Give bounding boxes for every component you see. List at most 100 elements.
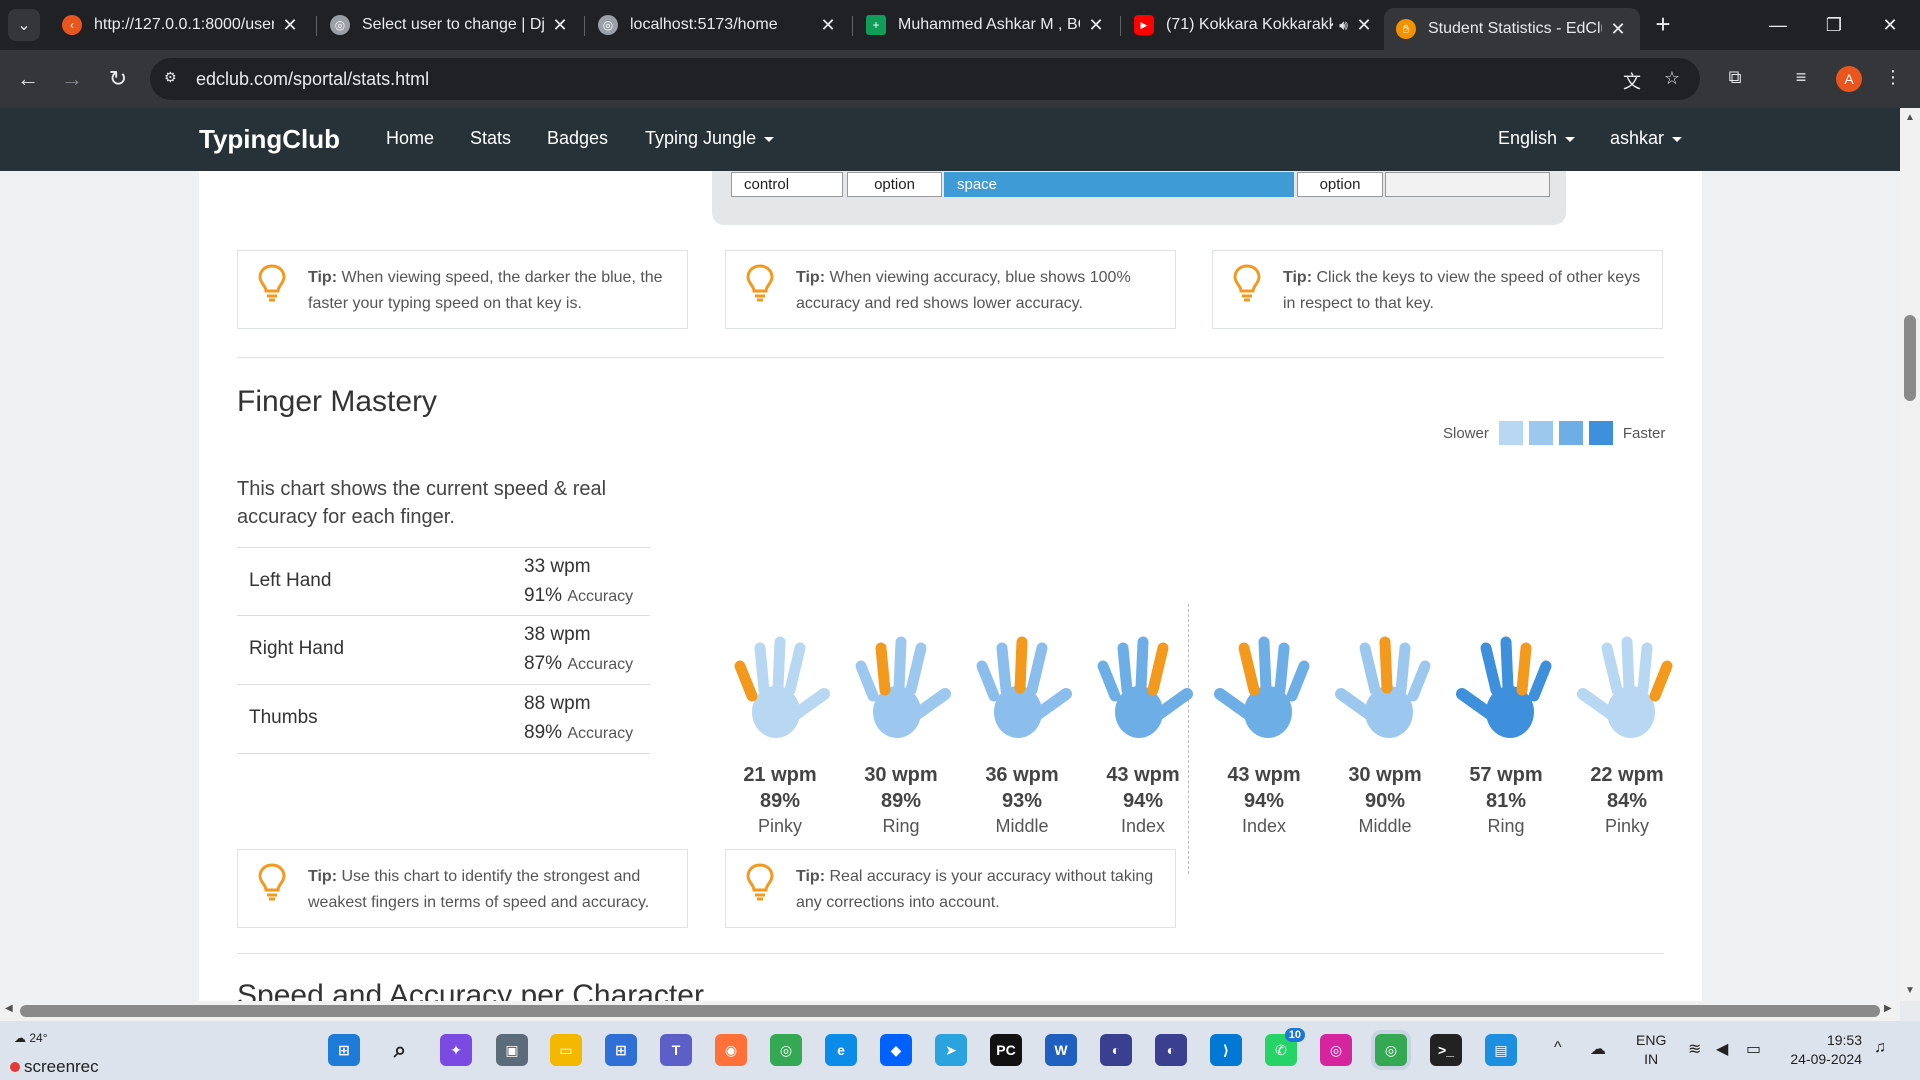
browser-tab[interactable]: + Muhammed Ashkar M , BCA ✕ <box>854 8 1118 42</box>
system-clock[interactable]: 19:53 24-09-2024 <box>1784 1031 1862 1069</box>
windows-taskbar: ☁ 24° screenrec ⊞ ⌕ ✦ ▣ ▭ ⊞ T ◉ ◎ e ◆ ➤ … <box>0 1021 1920 1080</box>
battery-icon[interactable]: ▭ <box>1746 1039 1761 1059</box>
browser-tab[interactable]: ‹ http://127.0.0.1:8000/useradmin ✕ <box>50 8 312 42</box>
browser-tab[interactable]: ◎ localhost:5173/home ✕ <box>586 8 850 42</box>
chrome-active-icon[interactable]: ◎ <box>1375 1034 1407 1066</box>
microsoft-store-icon[interactable]: ⊞ <box>605 1034 637 1066</box>
terminal-icon[interactable]: >_ <box>1430 1034 1462 1066</box>
caret-down-icon <box>764 136 775 142</box>
close-tab-icon[interactable]: ✕ <box>1354 15 1374 36</box>
key-option-right[interactable]: option <box>1297 172 1383 197</box>
wifi-icon[interactable]: ≋ <box>1688 1039 1701 1059</box>
record-icon <box>10 1062 20 1072</box>
teams-icon[interactable]: T <box>660 1034 692 1066</box>
speaker-icon[interactable]: 🔊︎ <box>1339 17 1348 34</box>
close-tab-icon[interactable]: ✕ <box>280 15 300 36</box>
media-control-icon[interactable]: ≡ <box>1788 67 1814 93</box>
key-option-left[interactable]: option <box>847 172 942 197</box>
eclipse-icon[interactable]: ◐ <box>1100 1034 1132 1066</box>
telegram-icon[interactable]: ➤ <box>935 1034 967 1066</box>
instagram-icon[interactable]: ◎ <box>1320 1034 1352 1066</box>
chrome-icon[interactable]: ◎ <box>770 1034 802 1066</box>
reload-icon[interactable]: ↻ <box>102 63 134 95</box>
onedrive-icon[interactable]: ☁ <box>1590 1039 1606 1059</box>
scroll-left-icon[interactable]: ◀ <box>5 1003 13 1014</box>
bookmark-star-icon[interactable]: ☆ <box>1660 68 1684 92</box>
close-tab-icon[interactable]: ✕ <box>1608 19 1628 40</box>
translate-icon[interactable]: 文 <box>1620 68 1644 92</box>
user-menu-dropdown[interactable]: ashkar <box>1610 128 1683 149</box>
address-bar[interactable]: ⚙︎ edclub.com/sportal/stats.html 文 ☆ <box>150 58 1700 100</box>
back-arrow-icon[interactable]: ← <box>12 63 44 95</box>
lightbulb-icon <box>258 863 286 901</box>
horizontal-scrollbar[interactable]: ◀ ▶ <box>0 1001 1900 1021</box>
key-space[interactable]: space <box>944 172 1294 197</box>
word-icon[interactable]: W <box>1045 1034 1077 1066</box>
extensions-icon[interactable]: ⧉ <box>1722 67 1748 93</box>
weather-widget[interactable]: ☁ 24° <box>14 1031 48 1045</box>
minimize-icon[interactable]: — <box>1750 0 1806 50</box>
whatsapp-icon[interactable]: ✆ 10 <box>1265 1028 1305 1066</box>
tip-box: Tip: When viewing accuracy, blue shows 1… <box>725 250 1176 329</box>
browser-tab[interactable]: ▶ (71) Kokkara Kokkarakko 🔊︎ ✕ <box>1122 8 1386 42</box>
new-tab-button[interactable]: + <box>1648 10 1678 40</box>
nav-stats[interactable]: Stats <box>470 128 511 149</box>
chevron-up-icon[interactable]: ^ <box>1554 1039 1562 1057</box>
close-window-icon[interactable]: ✕ <box>1862 0 1918 50</box>
scroll-up-icon[interactable]: ▲ <box>1904 112 1916 123</box>
task-view-icon[interactable]: ▣ <box>496 1034 528 1066</box>
file-explorer-icon[interactable]: ▭ <box>550 1034 582 1066</box>
restore-icon[interactable]: ❐ <box>1806 0 1862 50</box>
windows-start-icon[interactable]: ⊞ <box>328 1034 360 1066</box>
language-dropdown[interactable]: English <box>1498 128 1576 149</box>
close-tab-icon[interactable]: ✕ <box>818 15 838 36</box>
site-info-icon[interactable]: ⚙︎ <box>164 69 184 89</box>
dropbox-icon[interactable]: ◆ <box>880 1034 912 1066</box>
url-text[interactable]: edclub.com/sportal/stats.html <box>196 69 429 90</box>
scrollbar-thumb[interactable] <box>1904 315 1916 401</box>
docker-icon[interactable]: ▤ <box>1485 1034 1517 1066</box>
tip-box: Tip: Click the keys to view the speed of… <box>1212 250 1663 329</box>
finger-mastery-description: This chart shows the current speed & rea… <box>237 478 607 528</box>
finger-wpm: 57 wpm <box>1469 764 1543 786</box>
nav-badges[interactable]: Badges <box>547 128 608 149</box>
browser-tab-active[interactable]: ✋︎ Student Statistics - EdClub ✕ <box>1384 8 1640 50</box>
finger-wpm: 22 wpm <box>1590 764 1664 786</box>
vscode-icon[interactable]: ⟩ <box>1210 1034 1242 1066</box>
input-language[interactable]: ENG IN <box>1636 1031 1666 1069</box>
volume-icon[interactable]: ◀︎ <box>1716 1039 1728 1059</box>
profile-avatar[interactable]: A <box>1836 66 1862 92</box>
nav-typing-jungle-dropdown[interactable]: Typing Jungle <box>645 128 775 149</box>
finger-name: Index <box>1241 816 1287 836</box>
finger-stat-left-index: 43 wpm 94% Index <box>1083 636 1203 837</box>
key-blank[interactable] <box>1385 172 1550 197</box>
forward-arrow-icon[interactable]: → <box>56 63 88 95</box>
pycharm-icon[interactable]: PC <box>990 1034 1022 1066</box>
close-tab-icon[interactable]: ✕ <box>550 15 570 36</box>
menu-kebab-icon[interactable]: ⋮ <box>1880 67 1906 93</box>
notification-bell-icon[interactable]: ♫ <box>1874 1039 1886 1057</box>
caret-down-icon <box>1565 136 1576 142</box>
key-control[interactable]: control <box>731 172 843 197</box>
sheets-icon: + <box>866 15 886 35</box>
finger-stat-right-ring: 57 wpm 81% Ring <box>1446 636 1566 837</box>
hand-icon <box>1456 636 1552 738</box>
nav-home[interactable]: Home <box>386 128 434 149</box>
finger-accuracy: 84% <box>1606 790 1648 812</box>
copilot-icon[interactable]: ✦ <box>440 1034 472 1066</box>
hand-icon <box>1335 636 1431 738</box>
globe-icon: ◎ <box>330 15 350 35</box>
scroll-down-icon[interactable]: ▼ <box>1904 985 1916 996</box>
section-title-finger-mastery: Finger Mastery <box>237 385 438 418</box>
search-icon[interactable]: ⌕ <box>384 1034 416 1066</box>
close-tab-icon[interactable]: ✕ <box>1086 15 1106 36</box>
firefox-icon[interactable]: ◉ <box>715 1034 747 1066</box>
edge-icon[interactable]: e <box>825 1034 857 1066</box>
eclipse-icon[interactable]: ◐ <box>1155 1034 1187 1066</box>
tab-search-button[interactable]: ⌄ <box>8 9 40 41</box>
browser-tab[interactable]: ◎ Select user to change | Django ✕ <box>318 8 582 42</box>
scroll-right-icon[interactable]: ▶ <box>1884 1003 1892 1014</box>
vertical-scrollbar[interactable]: ▲ ▼ <box>1900 108 1920 1001</box>
brand-logo[interactable]: TypingClub <box>199 124 340 155</box>
scrollbar-thumb[interactable] <box>20 1005 1880 1017</box>
